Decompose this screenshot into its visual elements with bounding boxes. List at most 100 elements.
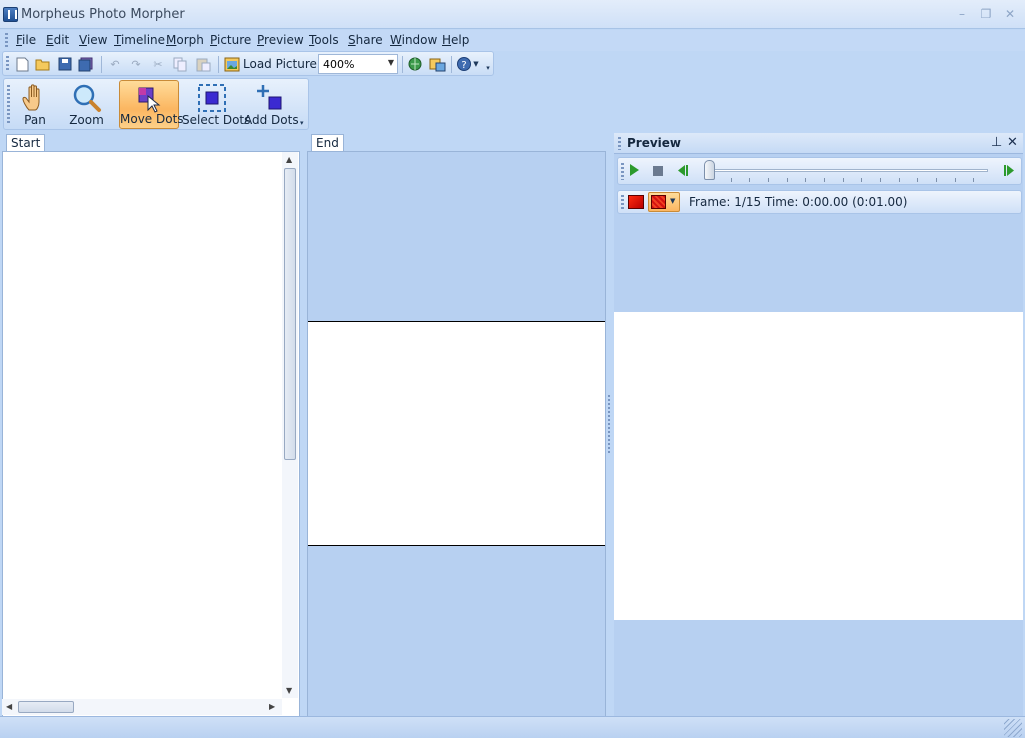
menu-tools[interactable]: Tools xyxy=(309,33,339,47)
select-dots-icon xyxy=(197,84,226,112)
stop-icon[interactable] xyxy=(653,166,663,176)
preview-slider-track[interactable] xyxy=(710,169,988,172)
rewind-icon[interactable] xyxy=(675,164,689,177)
slider-tick xyxy=(749,178,750,182)
zoom-tool-button[interactable]: Zoom xyxy=(63,80,110,129)
slider-tick xyxy=(805,178,806,182)
export-icon[interactable] xyxy=(428,56,446,72)
zoom-combo[interactable]: 400% ▼ xyxy=(318,54,398,74)
menu-file[interactable]: File xyxy=(16,33,36,47)
close-preview-icon[interactable]: ✕ xyxy=(1007,135,1018,150)
web-icon[interactable] xyxy=(406,56,424,72)
slider-tick xyxy=(955,178,956,182)
end-picture-frame[interactable] xyxy=(308,321,605,546)
menu-help[interactable]: Help xyxy=(442,33,469,47)
slider-tick xyxy=(861,178,862,182)
load-picture-icon[interactable] xyxy=(223,56,241,72)
pan-tool-button[interactable]: Pan xyxy=(14,80,56,129)
toolbar-options-icon[interactable]: ▾ xyxy=(484,60,492,76)
slider-tick xyxy=(936,178,937,182)
tab-start[interactable]: Start xyxy=(6,134,46,151)
paste-icon[interactable] xyxy=(194,56,212,72)
undo-icon[interactable]: ↶ xyxy=(106,56,124,72)
tools-grip-icon[interactable] xyxy=(7,85,10,123)
window-title: Morpheus Photo Morpher xyxy=(21,7,185,22)
zoom-value: 400% xyxy=(323,58,355,71)
preview-grip-icon[interactable] xyxy=(618,137,621,150)
slider-tick xyxy=(880,178,881,182)
start-hscroll-thumb[interactable] xyxy=(18,701,74,713)
play-icon[interactable] xyxy=(630,164,639,176)
menu-grip-icon[interactable] xyxy=(5,33,8,48)
open-icon[interactable] xyxy=(34,56,52,72)
menu-window[interactable]: Window xyxy=(390,33,437,47)
scroll-right-icon[interactable]: ▶ xyxy=(269,702,275,711)
cut-icon[interactable]: ✂ xyxy=(149,56,167,72)
app-icon[interactable] xyxy=(3,7,18,22)
slider-tick xyxy=(917,178,918,182)
toolbar-grip-icon[interactable] xyxy=(6,56,9,72)
preview-canvas[interactable] xyxy=(614,312,1023,620)
pin-icon[interactable]: ⊥ xyxy=(991,135,1002,150)
menu-view[interactable]: View xyxy=(79,33,107,47)
select-dots-tool-button[interactable]: Select Dots xyxy=(182,80,251,129)
add-dots-icon xyxy=(257,85,282,110)
framebar-grip-icon[interactable] xyxy=(621,195,624,209)
scroll-down-icon[interactable]: ▼ xyxy=(286,686,292,695)
slider-tick xyxy=(787,178,788,182)
scroll-left-icon[interactable]: ◀ xyxy=(6,702,12,711)
menu-preview[interactable]: Preview xyxy=(257,33,304,47)
frame-bar: ▼ Frame: 1/15 Time: 0:00.00 (0:01.00) xyxy=(617,190,1022,214)
color-mode-icon[interactable] xyxy=(628,195,644,209)
help-dropdown-icon[interactable]: ▼ xyxy=(472,56,480,72)
magnifier-icon xyxy=(73,84,101,112)
frame-info: Frame: 1/15 Time: 0:00.00 (0:01.00) xyxy=(689,195,908,209)
load-picture-button[interactable]: Load Picture... xyxy=(243,57,328,71)
scroll-up-icon[interactable]: ▲ xyxy=(286,155,292,164)
menu-bar: File Edit View Timeline Morph Picture Pr… xyxy=(0,30,1025,51)
start-horizontal-scrollbar[interactable]: ◀ ▶ xyxy=(2,699,282,715)
tab-end[interactable]: End xyxy=(311,134,344,151)
new-icon[interactable] xyxy=(13,56,31,72)
preview-slider-thumb[interactable] xyxy=(704,160,715,180)
move-dots-tool-button[interactable]: Move Dots xyxy=(119,80,184,129)
slider-tick xyxy=(843,178,844,182)
slider-tick xyxy=(973,178,974,182)
standard-toolbar: ↶ ↷ ✂ Load Picture... 400% ▼ ? ▼ ▾ xyxy=(2,51,494,76)
save-icon[interactable] xyxy=(56,56,74,72)
copy-icon[interactable] xyxy=(171,56,189,72)
tools-options-icon[interactable]: ▾ xyxy=(300,119,304,127)
menu-share[interactable]: Share xyxy=(348,33,383,47)
start-vertical-scrollbar[interactable]: ▲ ▼ xyxy=(282,152,298,698)
menu-morph[interactable]: Morph xyxy=(166,33,204,47)
close-icon[interactable]: ✕ xyxy=(1001,6,1019,22)
menu-edit[interactable]: Edit xyxy=(46,33,69,47)
mask-mode-icon xyxy=(651,195,666,209)
toolbar-separator xyxy=(402,56,403,73)
select-dots-label: Select Dots xyxy=(182,113,251,127)
forward-icon[interactable] xyxy=(1003,164,1017,177)
menu-timeline[interactable]: Timeline xyxy=(114,33,165,47)
tools-panel: Pan Zoom Move Dots Select Dots Add Dots … xyxy=(3,78,309,130)
player-controls xyxy=(617,157,1022,185)
save-all-icon[interactable] xyxy=(77,56,95,72)
chevron-down-icon[interactable]: ▼ xyxy=(388,58,394,67)
help-icon[interactable]: ? xyxy=(455,56,473,72)
splitter-grip-icon[interactable] xyxy=(608,395,610,455)
pan-label: Pan xyxy=(24,113,46,127)
slider-tick xyxy=(768,178,769,182)
zoom-label: Zoom xyxy=(69,113,104,127)
add-dots-tool-button[interactable]: Add Dots xyxy=(244,80,299,129)
player-grip-icon[interactable] xyxy=(621,163,624,180)
toolbar-separator xyxy=(101,56,102,73)
redo-icon[interactable]: ↷ xyxy=(127,56,145,72)
svg-text:?: ? xyxy=(461,60,466,71)
start-canvas[interactable] xyxy=(2,151,300,717)
start-vscroll-thumb[interactable] xyxy=(284,168,296,460)
resize-grip-icon[interactable] xyxy=(1004,719,1022,737)
mask-mode-button[interactable]: ▼ xyxy=(648,192,680,212)
restore-icon[interactable]: ❐ xyxy=(977,6,995,22)
menu-picture[interactable]: Picture xyxy=(210,33,251,47)
minimize-icon[interactable]: – xyxy=(953,6,971,22)
mask-dropdown-icon[interactable]: ▼ xyxy=(670,197,675,205)
